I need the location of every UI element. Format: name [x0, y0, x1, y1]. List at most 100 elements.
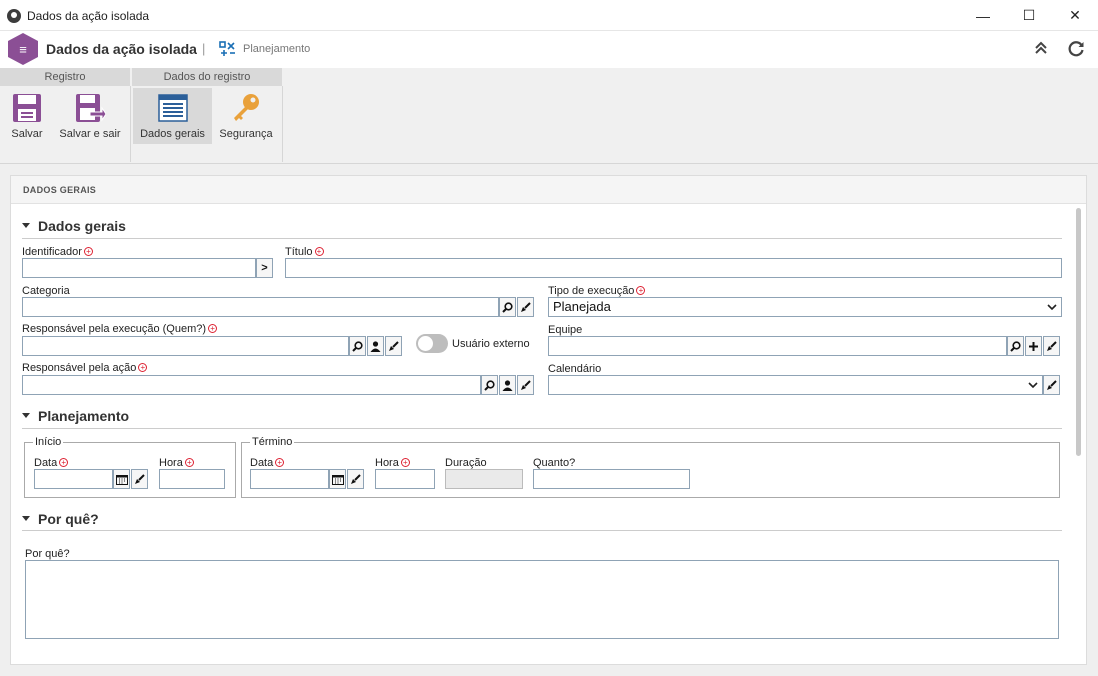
search-icon — [352, 340, 363, 352]
team-add-button[interactable] — [1025, 336, 1042, 356]
end-date-clear-button[interactable] — [347, 469, 364, 489]
category-clear-button[interactable] — [517, 297, 534, 317]
save-button[interactable]: Salvar — [4, 88, 50, 144]
cost-label: Quanto? — [533, 457, 576, 469]
required-icon: + — [184, 458, 194, 467]
team-clear-button[interactable] — [1043, 336, 1060, 356]
responsible-exec-user-button[interactable] — [367, 336, 384, 356]
scrollbar[interactable] — [1076, 208, 1081, 456]
section-divider — [22, 238, 1062, 239]
execution-type-label: Tipo de execução + — [548, 285, 646, 297]
ribbon-divider — [130, 86, 131, 162]
panel-header: DADOS GERAIS — [11, 176, 1086, 204]
end-time-label: Hora + — [375, 457, 410, 469]
start-time-input[interactable] — [159, 469, 225, 489]
maximize-button[interactable]: ☐ — [1006, 0, 1052, 31]
duration-label: Duração — [445, 457, 487, 469]
section-why-toggle[interactable]: Por quê? — [22, 511, 99, 527]
minimize-button[interactable]: — — [960, 0, 1006, 31]
save-exit-label: Salvar e sair — [59, 128, 121, 140]
responsible-exec-input[interactable] — [22, 336, 349, 356]
required-icon: + — [275, 458, 285, 467]
category-search-button[interactable] — [499, 297, 516, 317]
required-icon: + — [138, 363, 148, 372]
header-separator: | — [202, 41, 206, 56]
team-label: Equipe — [548, 324, 583, 336]
category-input[interactable] — [22, 297, 499, 317]
responsible-action-search-button[interactable] — [481, 375, 498, 395]
collapse-triangle-icon — [22, 222, 30, 228]
save-exit-icon — [76, 94, 106, 122]
user-icon — [502, 379, 513, 391]
refresh-icon[interactable] — [1066, 38, 1086, 58]
section-planning-title: Planejamento — [38, 408, 130, 424]
security-button[interactable]: Segurança — [214, 88, 278, 144]
collapse-icon[interactable] — [1031, 38, 1051, 58]
start-date-picker-button[interactable] — [113, 469, 130, 489]
calendar-clear-button[interactable] — [1043, 375, 1060, 395]
user-icon — [370, 340, 381, 352]
brush-icon — [1047, 340, 1057, 351]
cost-input[interactable] — [533, 469, 690, 489]
category-label: Categoria — [22, 285, 70, 297]
chevron-down-icon — [1028, 382, 1038, 389]
plus-icon — [1029, 341, 1038, 351]
external-user-label: Usuário externo — [452, 338, 530, 350]
duration-input — [445, 469, 523, 489]
ribbon-divider — [282, 86, 283, 162]
general-data-button[interactable]: Dados gerais — [133, 88, 212, 144]
panel-title: DADOS GERAIS — [23, 185, 97, 195]
identifier-input[interactable] — [22, 258, 256, 278]
responsible-action-label: Responsável pela ação + — [22, 362, 148, 374]
end-time-input[interactable] — [375, 469, 435, 489]
brush-icon — [521, 301, 531, 312]
responsible-action-input[interactable] — [22, 375, 481, 395]
team-search-button[interactable] — [1007, 336, 1024, 356]
app-globe-icon — [7, 9, 21, 23]
ribbon-group-registro: Registro — [0, 68, 130, 86]
responsible-action-clear-button[interactable] — [517, 375, 534, 395]
section-divider — [22, 530, 1062, 531]
ribbon-group-dados-registro: Dados do registro — [132, 68, 282, 86]
execution-type-value: Planejada — [553, 299, 611, 314]
responsible-action-user-button[interactable] — [499, 375, 516, 395]
responsible-exec-clear-button[interactable] — [385, 336, 402, 356]
end-date-picker-button[interactable] — [329, 469, 346, 489]
brush-icon — [521, 379, 531, 390]
start-date-label: Data + — [34, 457, 69, 469]
search-icon — [484, 379, 495, 391]
required-icon: + — [636, 286, 646, 295]
calendar-select[interactable] — [548, 375, 1043, 395]
search-icon — [1010, 340, 1021, 352]
end-legend: Término — [250, 436, 295, 448]
identifier-next-button[interactable]: > — [256, 258, 273, 278]
chevron-right-icon: > — [261, 262, 268, 274]
team-input[interactable] — [548, 336, 1007, 356]
action-hex-icon: ≡ — [8, 33, 38, 65]
start-time-label: Hora + — [159, 457, 194, 469]
why-textarea[interactable] — [25, 560, 1059, 639]
execution-type-select[interactable]: Planejada — [548, 297, 1062, 317]
responsible-exec-search-button[interactable] — [349, 336, 366, 356]
start-date-clear-button[interactable] — [131, 469, 148, 489]
save-exit-button[interactable]: Salvar e sair — [54, 88, 126, 144]
end-date-input[interactable] — [250, 469, 329, 489]
external-user-toggle[interactable] — [416, 334, 448, 353]
general-data-label: Dados gerais — [140, 128, 205, 140]
section-divider — [22, 428, 1062, 429]
calendar-label: Calendário — [548, 363, 602, 375]
brush-icon — [351, 473, 361, 484]
start-legend: Início — [33, 436, 64, 448]
section-general-toggle[interactable]: Dados gerais — [22, 218, 126, 234]
required-icon: + — [83, 247, 93, 256]
page-title: Dados da ação isolada — [46, 41, 197, 57]
title-input[interactable] — [285, 258, 1062, 278]
start-date-input[interactable] — [34, 469, 113, 489]
breadcrumb[interactable]: Planejamento — [243, 43, 310, 55]
form-icon — [157, 94, 188, 122]
calendar-icon — [331, 474, 344, 485]
close-button[interactable]: ✕ — [1052, 0, 1098, 31]
why-label: Por quê? — [25, 548, 70, 560]
title-label: Título + — [285, 246, 324, 258]
section-planning-toggle[interactable]: Planejamento — [22, 408, 129, 424]
